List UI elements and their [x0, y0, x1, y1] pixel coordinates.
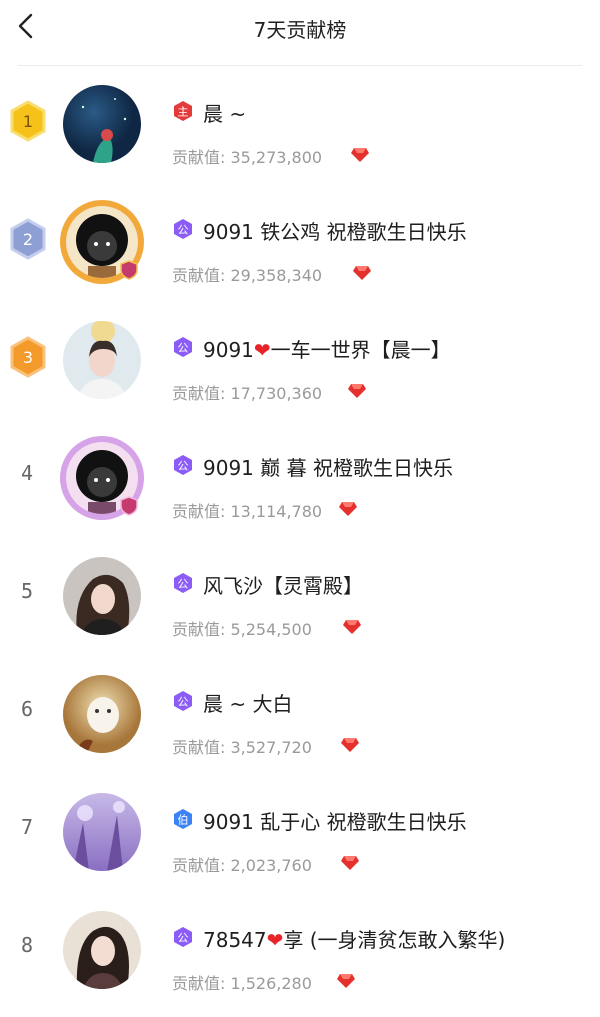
username: 晨 ~ — [203, 102, 247, 126]
page-title: 7天贡献榜 — [253, 18, 347, 42]
username: 9091 巅 暮 祝橙歌生日快乐 — [203, 456, 453, 480]
role-badge-duke-icon: 公 — [172, 336, 194, 358]
contribution-score: 贡献值: 13,114,780 — [172, 502, 323, 521]
leaderboard-row-6[interactable]: 6 公 晨 ~ 大白 贡献值: 3,527,720 — [0, 657, 600, 775]
heart-icon: ❤ — [253, 338, 271, 362]
username: 9091 铁公鸡 祝橙歌生日快乐 — [203, 220, 467, 244]
role-badge-owner-icon: 主 — [172, 100, 194, 122]
leaderboard-row-4[interactable]: 4 公 9091 巅 暮 祝橙歌生日快乐 贡献值: 13,114,780 — [0, 421, 600, 539]
rank-medal-gold-icon: 1 — [8, 97, 48, 145]
role-badge-duke-icon: 公 — [172, 690, 194, 712]
svg-text:公: 公 — [178, 342, 189, 355]
username: 78547❤享 (一身清贫怎敢入繁华) — [203, 928, 506, 952]
contribution-score: 贡献值: 35,273,800 — [172, 148, 323, 167]
contribution-score: 贡献值: 3,527,720 — [172, 738, 312, 757]
rank-number: 8 — [20, 933, 34, 957]
contribution-score: 贡献值: 17,730,360 — [172, 384, 323, 403]
diamond-icon — [336, 973, 356, 989]
svg-text:伯: 伯 — [178, 813, 189, 827]
role-badge-duke-icon: 公 — [172, 572, 194, 594]
leaderboard-row-7[interactable]: 7 伯 9091 乱于心 祝橙歌生日快乐 贡献值: 2,023,760 — [0, 775, 600, 893]
svg-text:主: 主 — [178, 106, 189, 119]
avatar[interactable] — [63, 911, 141, 989]
rank-medal-bronze-icon: 3 — [8, 333, 48, 381]
diamond-icon — [340, 855, 360, 871]
svg-text:公: 公 — [178, 696, 189, 709]
rank-medal-silver-icon: 2 — [8, 215, 48, 263]
avatar[interactable] — [63, 793, 141, 871]
header-divider — [18, 65, 582, 66]
leaderboard-row-3[interactable]: 3 公 9091❤一车一世界【晨一】 贡献值: 17,730,360 — [0, 303, 600, 421]
avatar[interactable] — [63, 85, 141, 163]
username: 9091❤一车一世界【晨一】 — [203, 338, 451, 362]
svg-text:3: 3 — [23, 348, 33, 367]
rank-number: 6 — [20, 697, 34, 721]
svg-text:公: 公 — [178, 932, 189, 945]
rank-number: 5 — [20, 579, 34, 603]
diamond-icon — [340, 737, 360, 753]
svg-text:1: 1 — [23, 112, 33, 131]
username: 9091 乱于心 祝橙歌生日快乐 — [203, 810, 467, 834]
leaderboard-row-2[interactable]: 2 公 9091 铁公鸡 祝橙歌生日快乐 贡献值: 29,358,340 — [0, 185, 600, 303]
diamond-icon — [347, 383, 367, 399]
rank-number: 7 — [20, 815, 34, 839]
username: 风飞沙【灵霄殿】 — [203, 574, 363, 598]
avatar-shield-icon — [118, 259, 140, 285]
diamond-icon — [350, 147, 370, 163]
contribution-score: 贡献值: 2,023,760 — [172, 856, 312, 875]
heart-icon: ❤ — [266, 928, 284, 952]
leaderboard-row-8[interactable]: 8 公 78547❤享 (一身清贫怎敢入繁华) 贡献值: 1,526,280 — [0, 893, 600, 1011]
svg-text:公: 公 — [178, 224, 189, 237]
avatar[interactable] — [63, 321, 141, 399]
role-badge-earl-icon: 伯 — [172, 808, 194, 830]
diamond-icon — [338, 501, 358, 517]
diamond-icon — [342, 619, 362, 635]
contribution-score: 贡献值: 5,254,500 — [172, 620, 312, 639]
rank-number: 4 — [20, 461, 34, 485]
svg-text:公: 公 — [178, 460, 189, 473]
role-badge-duke-icon: 公 — [172, 454, 194, 476]
avatar[interactable] — [63, 557, 141, 635]
avatar[interactable] — [63, 675, 141, 753]
diamond-icon — [352, 265, 372, 281]
contribution-score: 贡献值: 29,358,340 — [172, 266, 323, 285]
avatar-shield-icon — [118, 495, 140, 521]
contribution-score: 贡献值: 1,526,280 — [172, 974, 312, 993]
leaderboard-row-5[interactable]: 5 公 风飞沙【灵霄殿】 贡献值: 5,254,500 — [0, 539, 600, 657]
role-badge-duke-icon: 公 — [172, 926, 194, 948]
role-badge-duke-icon: 公 — [172, 218, 194, 240]
svg-text:公: 公 — [178, 578, 189, 591]
svg-text:2: 2 — [23, 230, 33, 249]
username: 晨 ~ 大白 — [203, 692, 293, 716]
leaderboard-row-1[interactable]: 1 主 晨 ~ 贡献值: 35,273,800 — [0, 67, 600, 185]
top-bar: 7天贡献榜 — [0, 0, 600, 66]
